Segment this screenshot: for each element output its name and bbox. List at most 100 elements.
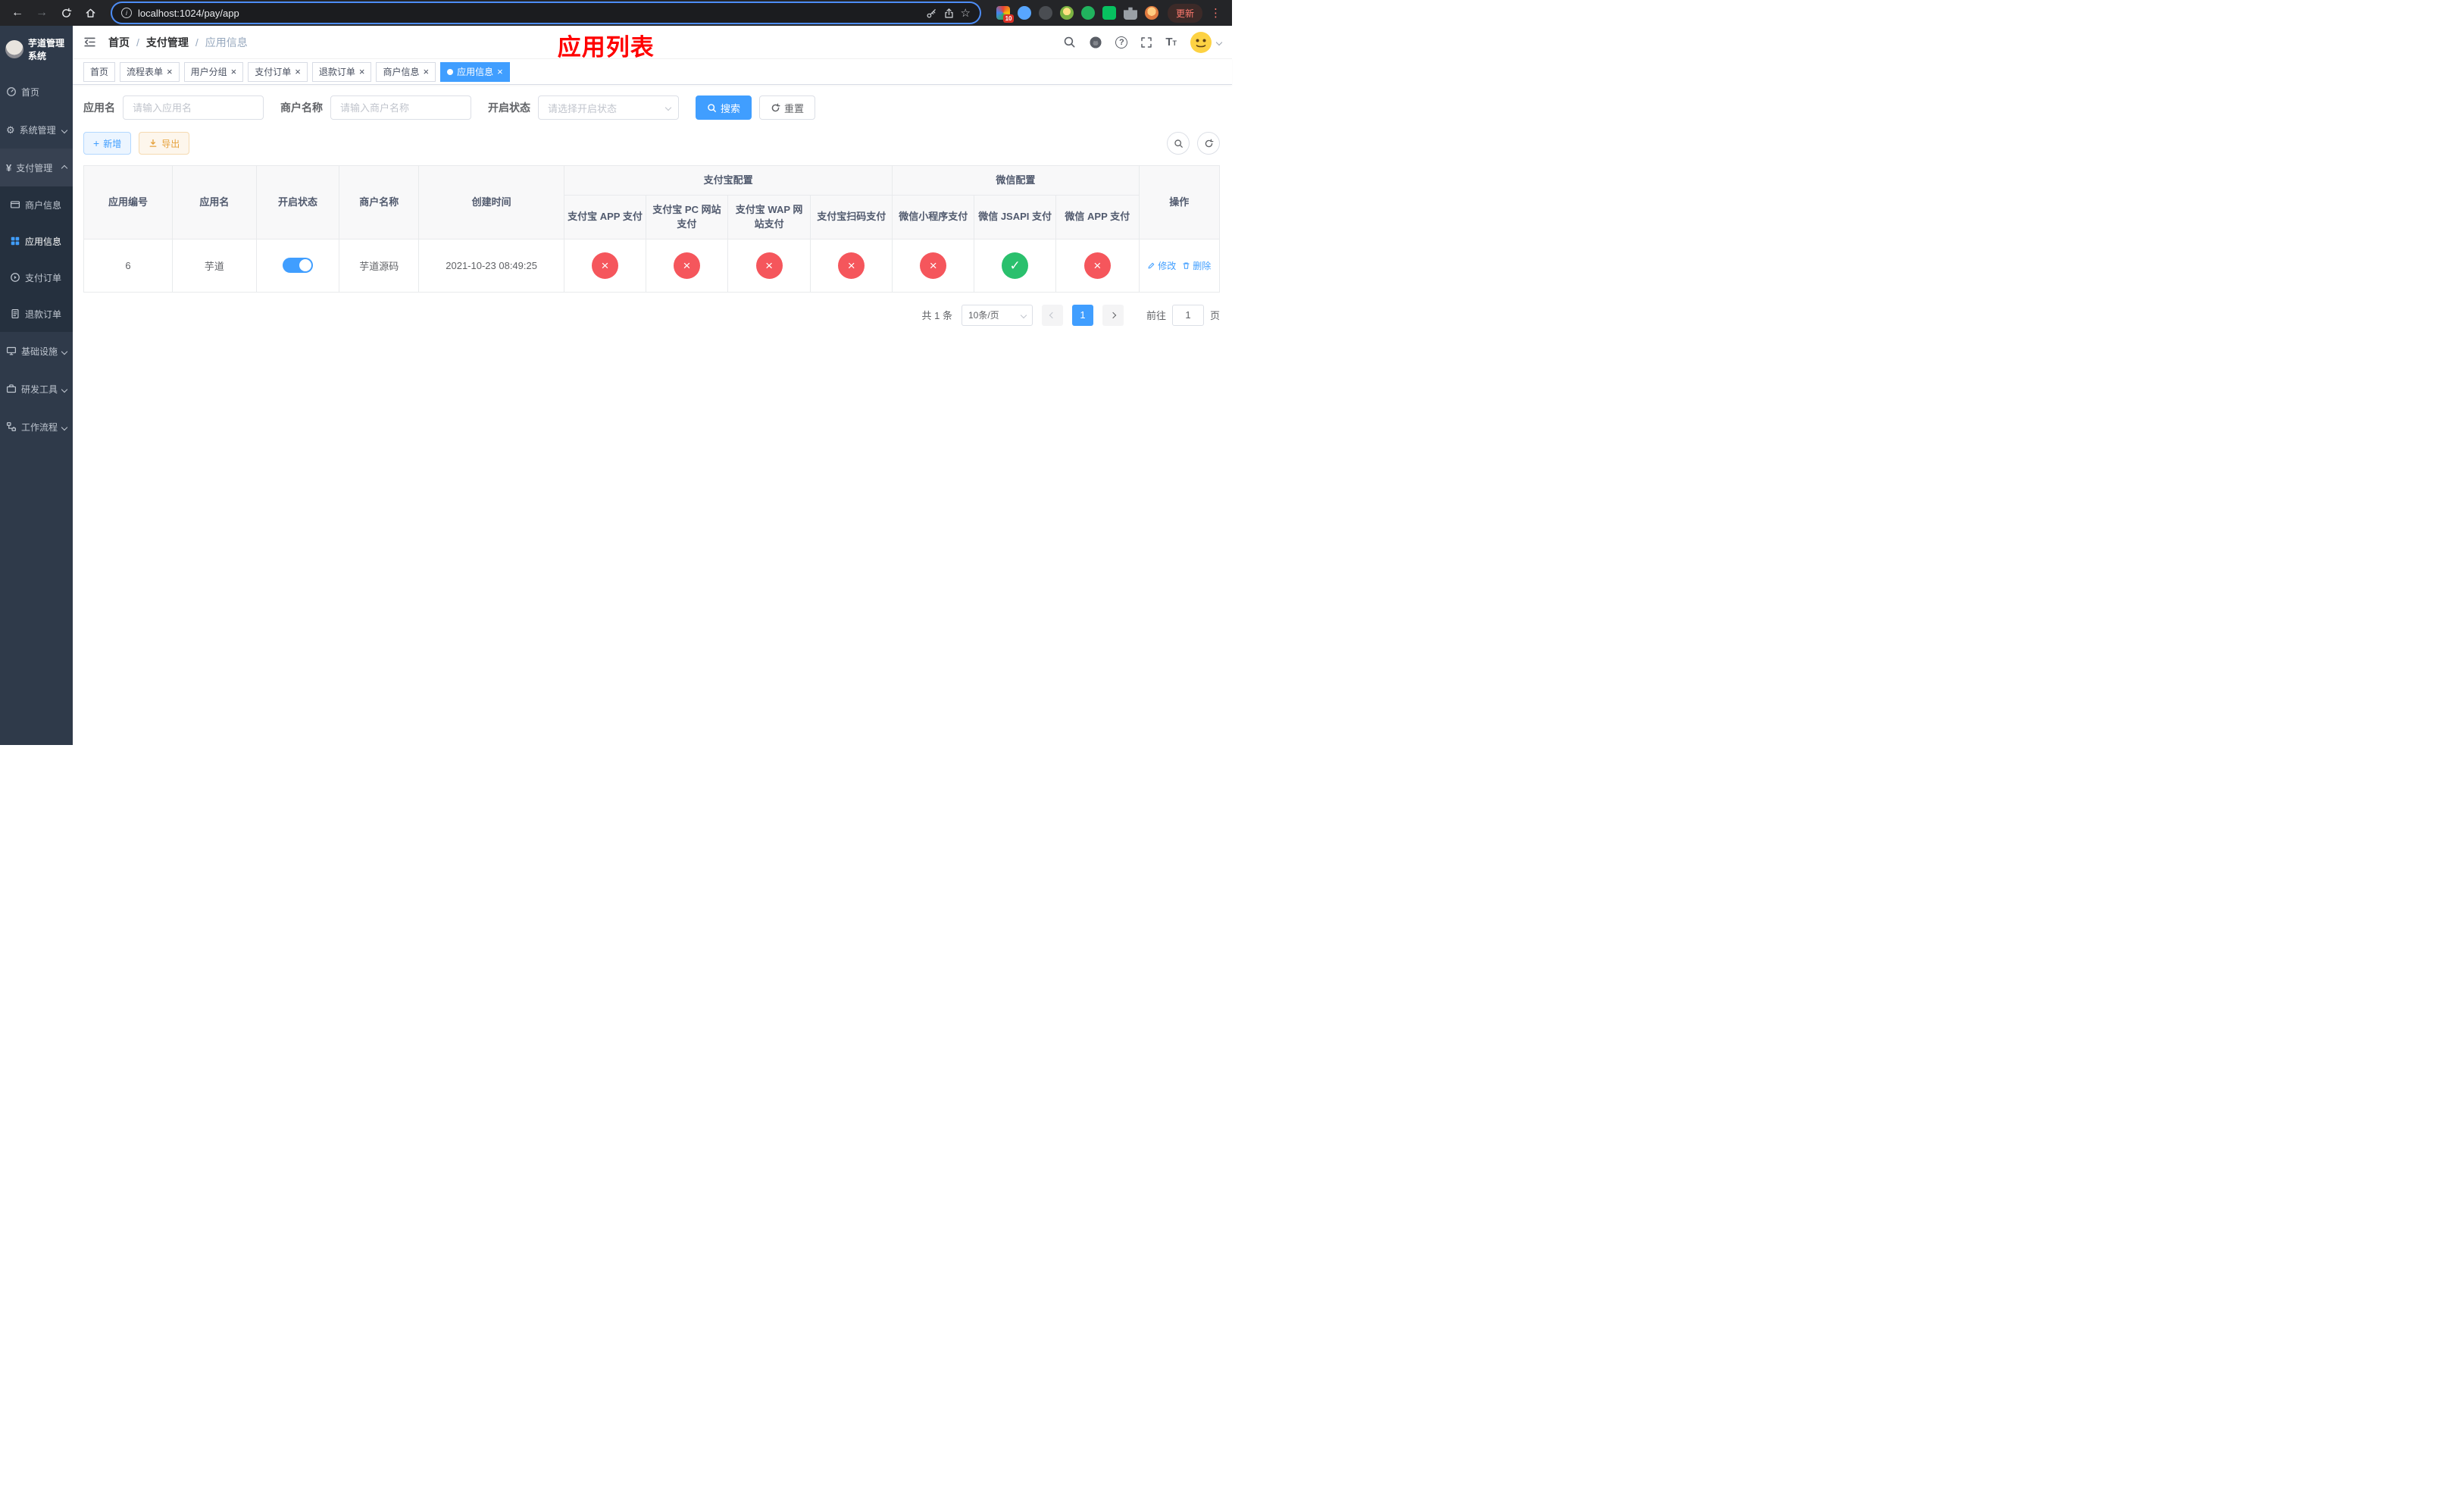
trash-icon	[1183, 262, 1190, 269]
close-icon[interactable]: ×	[497, 67, 503, 77]
tab-user-group[interactable]: 用户分组 ×	[183, 61, 244, 82]
sidebar-collapse-button[interactable]	[83, 36, 96, 49]
col-header-wx-jsapi: 微信 JSAPI 支付	[974, 194, 1057, 239]
add-button[interactable]: + 新增	[83, 132, 132, 155]
col-header-id: 应用编号	[83, 165, 173, 239]
app-logo[interactable]: 芋道管理系统	[0, 26, 73, 73]
cell-merchant: 芋道源码	[339, 238, 420, 293]
tab-refund-order[interactable]: 退款订单 ×	[311, 61, 372, 82]
sidebar-item-system[interactable]: ⚙ 系统管理	[0, 111, 73, 149]
sidebar-item-workflow[interactable]: 工作流程	[0, 408, 73, 446]
tab-home[interactable]: 首页	[83, 61, 116, 82]
extensions-puzzle-icon[interactable]	[1123, 7, 1137, 20]
share-icon[interactable]	[943, 8, 955, 19]
sidebar-item-pay[interactable]: ¥ 支付管理	[0, 149, 73, 186]
tab-pay-order[interactable]: 支付订单 ×	[248, 61, 308, 82]
browser-back-button[interactable]: ←	[8, 3, 27, 23]
app-name-label: 应用名	[83, 102, 115, 114]
search-button[interactable]: 搜索	[696, 95, 752, 120]
main-area: 首页 / 支付管理 / 应用信息 应用列表 ? TT 首页 流程表单 × 用户分…	[73, 26, 1232, 745]
browser-home-button[interactable]	[80, 3, 100, 23]
filter-form: 应用名 商户名称 开启状态 请选择开启状态	[83, 95, 1220, 120]
bookmark-star-icon[interactable]: ☆	[961, 8, 971, 19]
status-select[interactable]: 请选择开启状态	[538, 95, 679, 120]
sidebar-item-merchant-info[interactable]: 商户信息	[0, 186, 73, 223]
user-avatar-menu[interactable]	[1190, 31, 1223, 54]
search-icon	[708, 103, 716, 112]
browser-profile-avatar[interactable]	[1144, 6, 1159, 20]
extension-icon[interactable]	[1038, 6, 1052, 20]
tab-merchant-info[interactable]: 商户信息 ×	[376, 61, 436, 82]
extension-icon[interactable]	[1017, 6, 1031, 20]
sidebar-item-devtools[interactable]: 研发工具	[0, 370, 73, 408]
fullscreen-icon[interactable]	[1140, 36, 1152, 49]
app-title: 芋道管理系统	[28, 38, 65, 61]
cell-app-id: 6	[83, 238, 173, 293]
edit-link[interactable]: 修改	[1147, 259, 1176, 272]
merchant-name-input[interactable]	[330, 95, 471, 120]
sidebar-item-infra[interactable]: 基础设施	[0, 332, 73, 370]
status-badge-alipay-pc: ×	[673, 252, 700, 279]
close-icon[interactable]: ×	[423, 67, 429, 77]
col-header-status: 开启状态	[255, 165, 340, 239]
extension-icon[interactable]: 10	[996, 6, 1014, 23]
page-size-select[interactable]: 10条/页	[961, 304, 1033, 326]
reset-button[interactable]: 重置	[759, 95, 816, 120]
yen-icon: ¥	[6, 161, 12, 174]
password-key-icon[interactable]	[926, 8, 937, 19]
search-icon	[1174, 139, 1183, 148]
col-header-alipay-wap: 支付宝 WAP 网站支付	[727, 194, 811, 239]
export-button[interactable]: 导出	[139, 132, 190, 155]
tab-app-info[interactable]: 应用信息 ×	[440, 61, 510, 82]
extension-icon[interactable]	[1080, 6, 1095, 20]
site-info-icon[interactable]: i	[121, 8, 132, 18]
search-icon[interactable]	[1063, 36, 1076, 49]
logo-avatar	[5, 40, 23, 58]
sidebar-item-pay-order[interactable]: 支付订单	[0, 259, 73, 296]
close-icon[interactable]: ×	[167, 67, 173, 77]
gear-icon: ⚙	[6, 124, 15, 136]
toggle-search-button[interactable]	[1167, 132, 1190, 155]
tag-tabs-bar: 首页 流程表单 × 用户分组 × 支付订单 × 退款订单 × 商户信息 × 应用信息 ×	[73, 59, 1232, 85]
goto-page-input[interactable]	[1171, 304, 1204, 326]
delete-link[interactable]: 删除	[1182, 259, 1211, 272]
extension-icon[interactable]	[1102, 6, 1116, 20]
help-icon[interactable]: ?	[1115, 36, 1128, 49]
reload-icon	[61, 8, 71, 17]
tab-process-form[interactable]: 流程表单 ×	[120, 61, 180, 82]
page-number-active[interactable]: 1	[1071, 304, 1093, 326]
browser-toolbar: ← → i localhost:1024/pay/app ☆ 10 更新 ⋮	[0, 0, 1232, 26]
extensions-area: 10	[996, 6, 1159, 23]
status-toggle[interactable]	[283, 258, 314, 273]
next-page-button[interactable]	[1102, 304, 1124, 326]
active-tab-dot	[447, 68, 454, 75]
url-text[interactable]: localhost:1024/pay/app	[138, 8, 920, 19]
sidebar-item-home[interactable]: 首页	[0, 73, 73, 111]
extension-icon[interactable]	[1059, 6, 1074, 20]
status-label: 开启状态	[488, 102, 530, 114]
cell-app-name: 芋道	[171, 238, 257, 293]
app-name-input[interactable]	[123, 95, 264, 120]
browser-menu-icon[interactable]: ⋮	[1207, 6, 1224, 20]
app-table: 应用编号 应用名 开启状态 商户名称 创建时间 支付宝配置 微信配置 操作 支付…	[83, 165, 1220, 293]
chevron-down-icon	[61, 127, 68, 134]
browser-forward-button[interactable]: →	[32, 3, 52, 23]
refresh-table-button[interactable]	[1197, 132, 1220, 155]
breadcrumb-home[interactable]: 首页	[108, 35, 130, 50]
address-bar[interactable]: i localhost:1024/pay/app ☆	[112, 3, 980, 23]
browser-update-button[interactable]: 更新	[1167, 3, 1202, 23]
sidebar-item-app-info[interactable]: 应用信息	[0, 223, 73, 259]
font-size-icon[interactable]: TT	[1165, 36, 1177, 48]
breadcrumb-separator: /	[136, 36, 139, 49]
sidebar-item-refund-order[interactable]: 退款订单	[0, 296, 73, 332]
close-icon[interactable]: ×	[231, 67, 237, 77]
close-icon[interactable]: ×	[295, 67, 301, 77]
table-toolbar: + 新增 导出	[83, 132, 1220, 155]
browser-reload-button[interactable]	[56, 3, 76, 23]
table-row: 6 芋道 芋道源码 2021-10-23 08:49:25 × × × × × …	[83, 238, 1220, 293]
breadcrumb-pay[interactable]: 支付管理	[146, 35, 189, 50]
pagination-total: 共 1 条	[921, 310, 952, 321]
prev-page-button[interactable]	[1041, 304, 1063, 326]
github-icon[interactable]	[1089, 36, 1102, 49]
close-icon[interactable]: ×	[359, 67, 365, 77]
